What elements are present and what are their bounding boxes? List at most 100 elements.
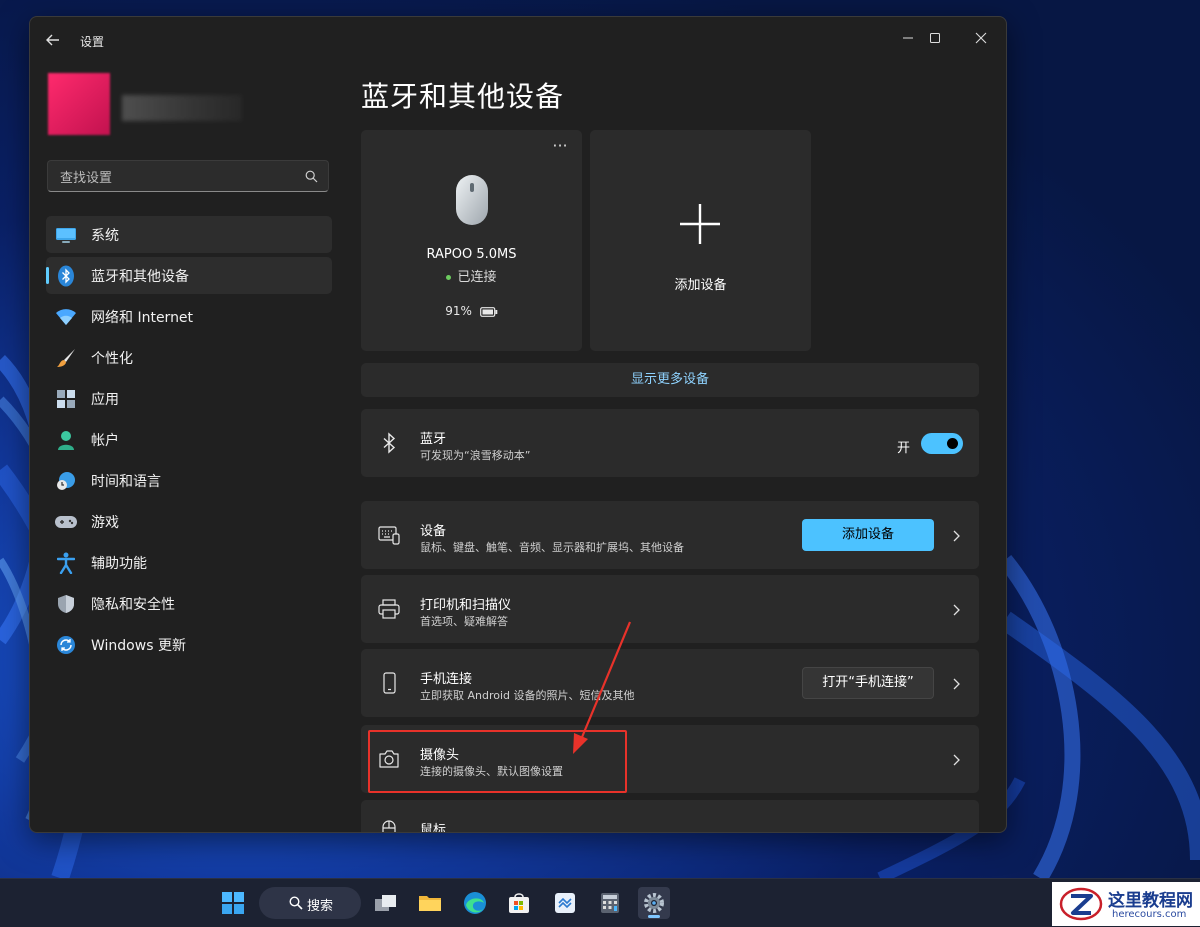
phone-link-subtitle: 立即获取 Android 设备的照片、短信及其他 — [420, 689, 635, 702]
avatar[interactable] — [48, 73, 110, 135]
device-status-text: 已连接 — [457, 270, 497, 285]
sidebar-item-apps[interactable]: 应用 — [46, 380, 332, 417]
connected-dot — [446, 275, 452, 280]
gear-icon — [644, 893, 664, 913]
bluetooth-row: 蓝牙 可发现为“浪雪移动本” 开 — [361, 409, 979, 477]
sidebar-item-privacy[interactable]: 隐私和安全性 — [46, 585, 332, 622]
printers-row[interactable]: 打印机和扫描仪 首选项、疑难解答 — [361, 575, 979, 643]
maximize-button[interactable] — [915, 23, 955, 53]
search-icon — [289, 896, 303, 910]
printers-subtitle: 首选项、疑难解答 — [420, 615, 508, 628]
sidebar-item-label: Windows 更新 — [91, 637, 186, 654]
bluetooth-icon — [383, 432, 396, 454]
chevron-right-icon — [953, 530, 960, 542]
account-name-blurred — [122, 95, 242, 121]
battery-level: 91% — [361, 304, 582, 318]
taskbar-search-label: 搜索 — [307, 899, 334, 914]
folder-icon — [419, 896, 441, 911]
device-name: RAPOO 5.0MS — [426, 247, 517, 262]
update-icon — [55, 634, 77, 656]
back-button[interactable] — [42, 29, 64, 51]
taskbar-search[interactable]: 搜索 — [259, 887, 361, 919]
window-title: 设置 — [80, 35, 105, 49]
close-icon — [975, 32, 987, 44]
windows-logo-icon — [222, 892, 244, 914]
task-view-button[interactable] — [370, 887, 402, 919]
plus-icon — [680, 204, 720, 244]
sidebar-item-label: 个性化 — [91, 350, 133, 367]
site-logo-icon — [1059, 887, 1103, 921]
clock-globe-icon — [55, 470, 77, 492]
printers-title: 打印机和扫描仪 — [420, 598, 512, 613]
sidebar-item-windows-update[interactable]: Windows 更新 — [46, 626, 332, 663]
sidebar-item-network[interactable]: 网络和 Internet — [46, 298, 332, 335]
search-icon[interactable] — [305, 170, 318, 183]
search-input[interactable] — [58, 168, 292, 188]
brush-icon — [55, 347, 77, 369]
mouse-row[interactable]: 鼠标 — [361, 800, 979, 833]
devices-subtitle: 鼠标、键盘、触笔、音频、显示器和扩展坞、其他设备 — [420, 541, 684, 554]
site-watermark: 这里教程网 herecours.com — [1052, 882, 1200, 926]
bluetooth-icon — [55, 265, 77, 287]
sidebar-item-label: 时间和语言 — [91, 473, 161, 490]
bluetooth-subtitle: 可发现为“浪雪移动本” — [420, 449, 531, 462]
monitor-icon — [55, 224, 77, 246]
sidebar-item-personalization[interactable]: 个性化 — [46, 339, 332, 376]
store-icon — [509, 893, 529, 913]
calculator-icon — [601, 893, 619, 913]
more-options-button[interactable]: ··· — [548, 138, 572, 158]
edge-browser-button[interactable] — [459, 887, 491, 919]
microsoft-store-button[interactable] — [503, 887, 535, 919]
sidebar-item-system[interactable]: 系统 — [46, 216, 332, 253]
phone-icon — [383, 672, 396, 694]
printer-icon — [378, 599, 400, 619]
remote-app-button[interactable] — [549, 887, 581, 919]
phone-link-row[interactable]: 手机连接 立即获取 Android 设备的照片、短信及其他 打开“手机连接” — [361, 649, 979, 717]
shield-icon — [55, 593, 77, 615]
watermark-title: 这里教程网 — [1108, 891, 1193, 911]
bluetooth-toggle[interactable] — [921, 433, 963, 454]
show-more-devices-link[interactable]: 显示更多设备 — [361, 363, 979, 397]
mouse-icon — [382, 820, 396, 832]
device-card[interactable]: ··· RAPOO 5.0MS 已连接 91% — [361, 130, 582, 351]
open-phone-link-button[interactable]: 打开“手机连接” — [802, 667, 934, 699]
task-view-icon — [375, 895, 396, 911]
sidebar-item-gaming[interactable]: 游戏 — [46, 503, 332, 540]
arrow-left-icon — [46, 34, 59, 46]
sidebar-item-bluetooth[interactable]: 蓝牙和其他设备 — [46, 257, 332, 294]
chevron-right-icon — [953, 678, 960, 690]
bluetooth-title: 蓝牙 — [420, 432, 447, 447]
sidebar-item-label: 游戏 — [91, 514, 119, 531]
devices-row[interactable]: 设备 鼠标、键盘、触笔、音频、显示器和扩展坞、其他设备 添加设备 — [361, 501, 979, 569]
sidebar-item-label: 网络和 Internet — [91, 309, 194, 326]
sidebar-item-accessibility[interactable]: 辅助功能 — [46, 544, 332, 581]
close-button[interactable] — [961, 23, 1001, 53]
maximize-icon — [930, 33, 940, 43]
settings-window: 设置 系统 蓝牙和其他设备 — [29, 16, 1007, 833]
sidebar-item-label: 辅助功能 — [91, 555, 147, 572]
gamepad-icon — [55, 511, 77, 533]
sidebar-item-time-language[interactable]: 时间和语言 — [46, 462, 332, 499]
edge-icon — [464, 892, 486, 914]
device-status: 已连接 — [361, 266, 582, 285]
add-device-card[interactable]: 添加设备 — [590, 130, 811, 351]
keyboard-devices-icon — [378, 526, 400, 545]
add-device-button[interactable]: 添加设备 — [802, 519, 934, 551]
sidebar-item-label: 帐户 — [91, 432, 119, 449]
sidebar-item-label: 隐私和安全性 — [91, 596, 175, 613]
apps-icon — [55, 388, 77, 410]
calculator-button[interactable] — [594, 887, 626, 919]
mouse-title: 鼠标 — [420, 823, 447, 833]
title-bar: 设置 — [30, 17, 1006, 61]
accessibility-icon — [55, 552, 77, 574]
file-explorer-button[interactable] — [414, 887, 446, 919]
sidebar-item-accounts[interactable]: 帐户 — [46, 421, 332, 458]
battery-icon — [479, 306, 498, 317]
page-title: 蓝牙和其他设备 — [361, 80, 565, 113]
battery-percent: 91% — [445, 304, 472, 318]
settings-search[interactable] — [47, 160, 329, 192]
start-button[interactable] — [217, 887, 249, 919]
chevron-right-icon — [953, 604, 960, 616]
add-device-card-label: 添加设备 — [674, 278, 727, 293]
settings-taskbar-button[interactable] — [638, 887, 670, 919]
